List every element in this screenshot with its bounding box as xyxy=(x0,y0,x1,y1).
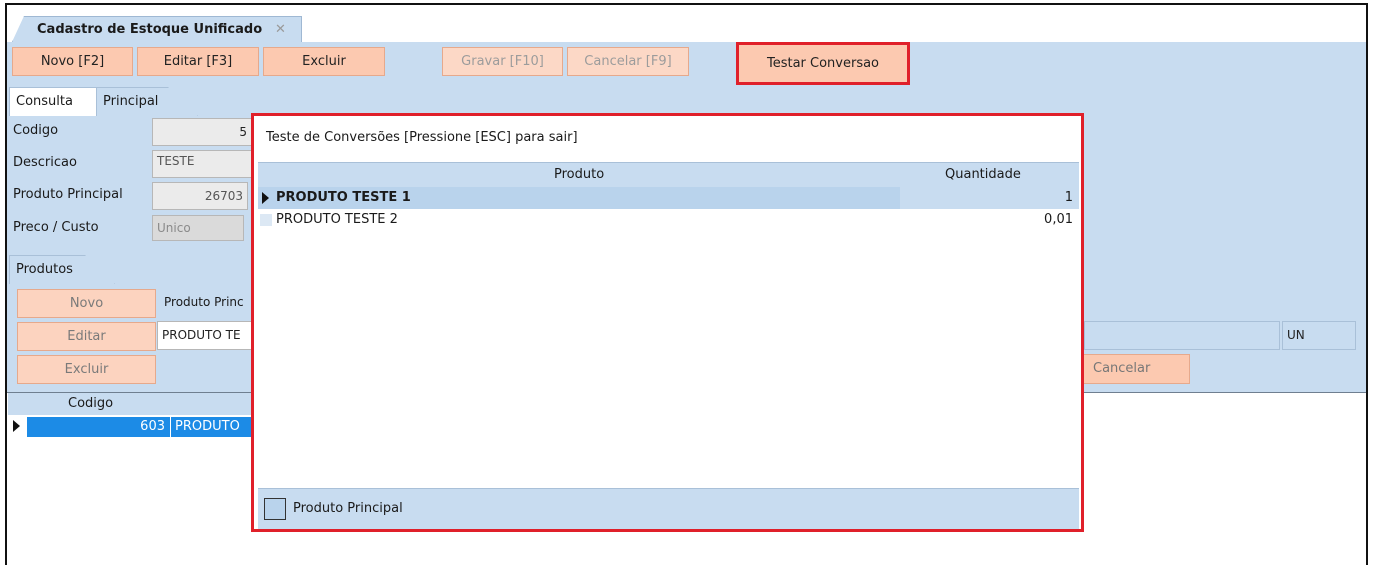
codigo-label: Codigo xyxy=(13,123,59,138)
dialog-row-1[interactable]: PRODUTO TESTE 1 1 xyxy=(258,187,1079,209)
produto-principal-field[interactable]: 26703 xyxy=(152,182,248,210)
col-quantidade-header[interactable]: Quantidade xyxy=(945,167,1021,182)
codigo-field[interactable]: 5 xyxy=(152,118,252,146)
preco-custo-label: Preco / Custo xyxy=(13,220,99,235)
dialog-title: Teste de Conversões [Pressione [ESC] par… xyxy=(254,116,1081,160)
dialog-row-1-quantidade: 1 xyxy=(1064,190,1073,205)
novo-button[interactable]: Novo [F2] xyxy=(12,47,133,76)
document-tab-title: Cadastro de Estoque Unificado xyxy=(37,22,263,37)
row-indicator xyxy=(260,214,272,226)
produto-principal-label: Produto Principal xyxy=(13,187,123,202)
dialog-row-1-produto: PRODUTO TESTE 1 xyxy=(276,190,411,205)
dialog-row-2[interactable]: PRODUTO TESTE 2 0,01 xyxy=(258,209,1079,231)
descricao-label: Descricao xyxy=(13,155,77,170)
row-pointer-icon xyxy=(262,192,269,204)
document-tab[interactable]: Cadastro de Estoque Unificado ✕ xyxy=(12,16,302,42)
produto-field-extension xyxy=(1084,321,1280,350)
testar-conversao-button[interactable]: Testar Conversao xyxy=(736,42,910,85)
conversion-test-dialog: Teste de Conversões [Pressione [ESC] par… xyxy=(251,113,1084,532)
dialog-row-2-produto: PRODUTO TESTE 2 xyxy=(276,212,398,227)
col-produto-header[interactable]: Produto xyxy=(554,167,604,182)
grid-row-codigo: 603 xyxy=(140,417,171,437)
close-icon[interactable]: ✕ xyxy=(275,17,286,42)
grid-header: Codigo xyxy=(8,393,251,415)
produtos-editar-button[interactable]: Editar xyxy=(17,322,156,351)
dialog-row-1-qty-cell xyxy=(900,187,1079,209)
grid-header-codigo: Codigo xyxy=(68,396,114,411)
produtos-cancelar-button[interactable]: Cancelar xyxy=(1082,354,1190,384)
descricao-field[interactable]: TESTE xyxy=(152,150,252,178)
legend-label: Produto Principal xyxy=(293,501,403,516)
produtos-excluir-button[interactable]: Excluir xyxy=(17,355,156,384)
excluir-button[interactable]: Excluir xyxy=(263,47,385,76)
grid-row-selected[interactable]: 603 PRODUTO T xyxy=(27,417,251,454)
tab-consulta[interactable]: Consulta xyxy=(9,87,103,116)
editar-button[interactable]: Editar [F3] xyxy=(137,47,259,76)
dialog-legend: Produto Principal xyxy=(258,488,1079,529)
preco-custo-select[interactable]: Unico xyxy=(152,215,244,241)
cancelar-button[interactable]: Cancelar [F9] xyxy=(567,47,689,76)
legend-swatch xyxy=(264,498,286,520)
produto-field[interactable]: PRODUTO TE xyxy=(157,321,253,350)
dialog-row-2-quantidade: 0,01 xyxy=(1044,212,1073,227)
produtos-novo-button[interactable]: Novo xyxy=(17,289,156,318)
grid-row-produto: PRODUTO T xyxy=(175,419,240,454)
unit-field[interactable]: UN xyxy=(1282,321,1356,350)
produto-principal-checkbox-label: Produto Princ xyxy=(164,295,244,309)
row-pointer-icon xyxy=(9,416,27,437)
dialog-grid-header: Produto Quantidade xyxy=(258,162,1079,187)
gravar-button[interactable]: Gravar [F10] xyxy=(442,47,563,76)
